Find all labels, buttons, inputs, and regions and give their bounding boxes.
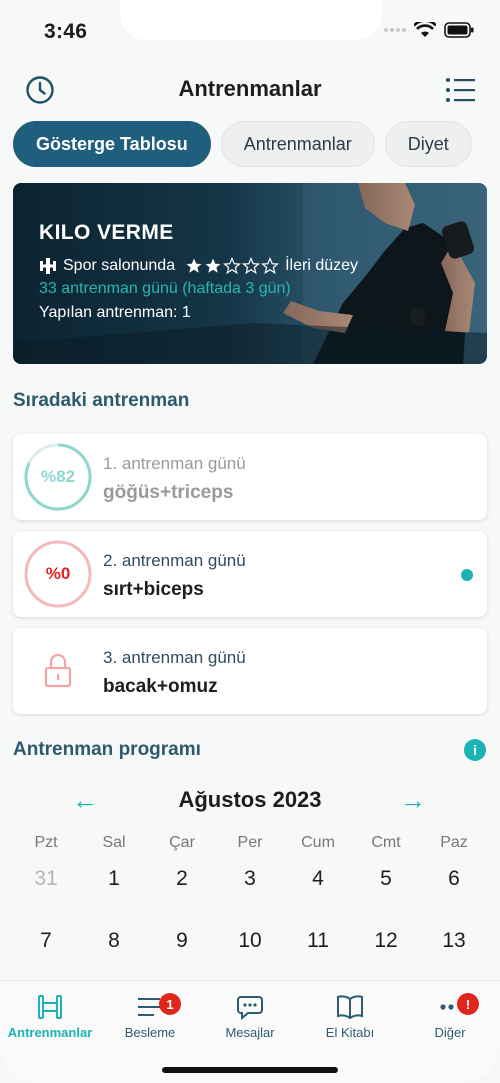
location-label: Spor salonunda: [63, 257, 176, 274]
workout-name: göğüs+triceps: [103, 482, 234, 503]
current-indicator: [461, 569, 473, 581]
calendar-day[interactable]: 4: [284, 867, 352, 891]
difficulty-stars: [185, 257, 280, 275]
list-menu-icon: [446, 78, 475, 102]
nav-label: Mesajlar: [225, 1025, 275, 1040]
tab-bar: Gösterge Tablosu Antrenmanlar Diyet: [13, 121, 472, 167]
weekday-label: Cmt: [371, 834, 401, 851]
calendar-day[interactable]: 11: [284, 929, 352, 953]
home-indicator: [162, 1067, 338, 1073]
tab-dashboard[interactable]: Gösterge Tablosu: [13, 121, 211, 167]
menu-button[interactable]: [442, 72, 478, 108]
wifi-icon: [414, 22, 436, 37]
header: Antrenmanlar: [0, 62, 500, 118]
calendar-weekdays: Pzt Sal Çar Per Cum Cmt Paz: [12, 834, 488, 852]
calendar-day[interactable]: 6: [420, 867, 488, 891]
battery-icon: [444, 22, 474, 38]
program-title: KILO VERME: [39, 221, 174, 244]
weekday-label: Çar: [169, 834, 195, 851]
tab-diet[interactable]: Diyet: [384, 121, 472, 167]
nav-label: Diğer: [434, 1025, 466, 1040]
page-title: Antrenmanlar: [178, 76, 322, 101]
status-time: 3:46: [44, 20, 88, 43]
workout-day-label: 3. antrenman günü: [103, 648, 246, 667]
workout-day-label: 1. antrenman günü: [103, 454, 246, 473]
hero-content: KILO VERME Spor salonunda İleri düzey 33…: [39, 221, 358, 322]
next-month-button[interactable]: →: [400, 785, 426, 816]
calendar-week: 31 1 2 3 4 5 6: [12, 867, 488, 891]
weekday-label: Sal: [102, 834, 126, 851]
notification-badge: !: [457, 993, 479, 1015]
dumbbell-icon: [35, 993, 65, 1021]
status-bar: 3:46: [0, 0, 500, 60]
workout-name: sırt+biceps: [103, 579, 204, 600]
workout-day-card[interactable]: 3. antrenman günü bacak+omuz: [13, 628, 487, 714]
weekday-label: Per: [237, 834, 263, 851]
workout-day-card[interactable]: %82 1. antrenman günü göğüs+triceps: [13, 434, 487, 520]
progress-label: %0: [45, 564, 71, 583]
nav-label: Antrenmanlar: [7, 1025, 93, 1040]
calendar-day[interactable]: 12: [352, 929, 420, 953]
star-empty-icon: [242, 257, 261, 275]
nav-more[interactable]: ! Diğer: [400, 981, 500, 1083]
calendar-day[interactable]: 10: [216, 929, 284, 953]
program-title: Antrenman programı: [13, 739, 201, 760]
training-days: 33 antrenman günü (haftada 3 gün): [39, 280, 291, 297]
notch: [120, 0, 382, 40]
calendar-day[interactable]: 1: [80, 867, 148, 891]
calendar-day[interactable]: 2: [148, 867, 216, 891]
calendar-week: 7 8 9 10 11 12 13: [12, 929, 488, 953]
calendar-day[interactable]: 9: [148, 929, 216, 953]
star-empty-icon: [261, 257, 280, 275]
nav-workouts[interactable]: Antrenmanlar: [0, 981, 100, 1083]
notification-badge: 1: [159, 993, 181, 1015]
calendar-day[interactable]: 8: [80, 929, 148, 953]
calendar-day[interactable]: 13: [420, 929, 488, 953]
level-label: İleri düzey: [285, 257, 359, 274]
weekday-label: Cum: [301, 834, 335, 851]
star-filled-icon: [205, 258, 221, 273]
book-icon: [335, 993, 365, 1021]
star-empty-icon: [223, 257, 242, 275]
app-screen: 3:46 Antrenmanlar Gösterge Tablosu Antre…: [0, 0, 500, 1083]
progress-label: %82: [40, 467, 76, 486]
star-filled-icon: [186, 258, 202, 273]
nav-label: Besleme: [124, 1025, 176, 1040]
gym-icon: [40, 258, 56, 274]
next-workout-title: Sıradaki antrenman: [13, 390, 190, 411]
lock-icon: [44, 653, 72, 688]
calendar-day[interactable]: 7: [12, 929, 80, 953]
workouts-done: Yapılan antrenman: 1: [39, 304, 191, 321]
program-hero-card[interactable]: KILO VERME Spor salonunda İleri düzey 33…: [13, 183, 487, 364]
status-icons: [384, 22, 474, 38]
calendar-day[interactable]: 5: [352, 867, 420, 891]
info-icon[interactable]: i: [464, 739, 486, 761]
tab-workouts[interactable]: Antrenmanlar: [220, 121, 375, 167]
calendar-day[interactable]: 3: [216, 867, 284, 891]
weekday-label: Paz: [440, 834, 468, 851]
signal-icon: [384, 28, 406, 32]
workout-day-card[interactable]: %0 2. antrenman günü sırt+biceps: [13, 531, 487, 617]
chat-icon: [235, 993, 265, 1021]
weekday-label: Pzt: [34, 834, 58, 851]
nav-label: El Kitabı: [325, 1025, 375, 1040]
calendar-day[interactable]: 31: [12, 867, 80, 891]
workout-name: bacak+omuz: [103, 676, 218, 697]
program-meta: Spor salonunda İleri düzey: [39, 257, 358, 275]
workout-day-label: 2. antrenman günü: [103, 551, 246, 570]
